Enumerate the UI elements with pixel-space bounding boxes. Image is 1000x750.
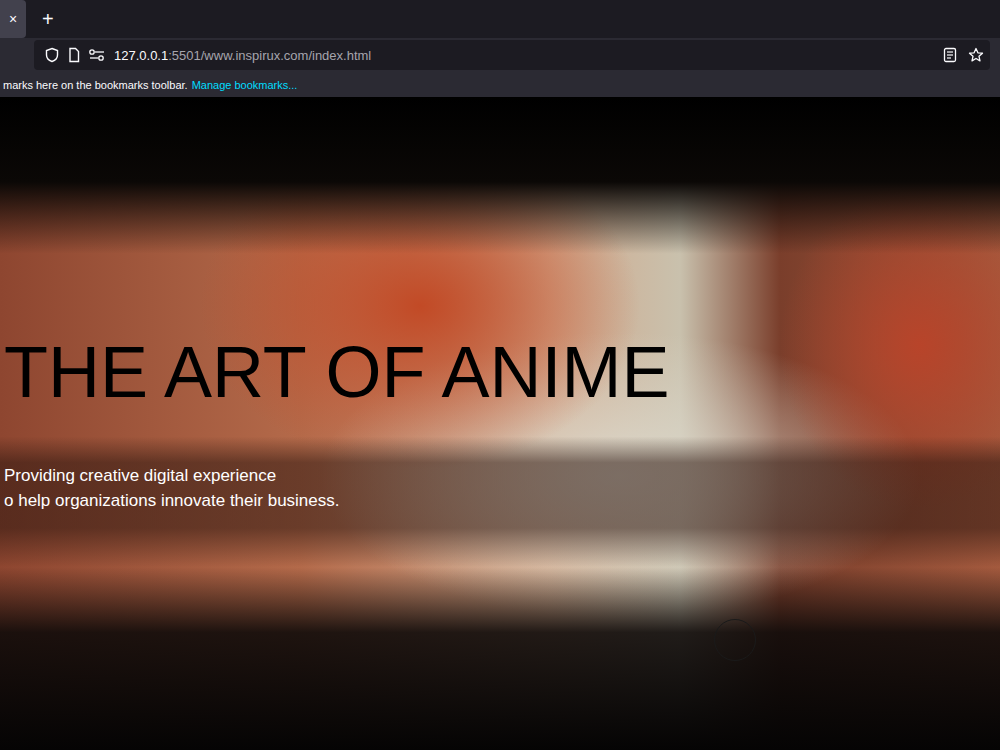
page-icon[interactable] <box>66 47 82 63</box>
subtitle-line: Providing creative digital experience <box>4 463 1000 488</box>
permissions-icon[interactable] <box>88 47 106 63</box>
bookmark-star-icon[interactable] <box>968 47 984 63</box>
hero-subtitle: Providing creative digital experienceo h… <box>4 463 1000 513</box>
cursor-circle <box>714 619 756 661</box>
tab[interactable]: × <box>0 0 26 38</box>
hero-title: THE ART OF ANIME <box>4 329 1000 415</box>
new-tab-button[interactable]: + <box>38 8 58 31</box>
bookmarks-toolbar: marks here on the bookmarks toolbar. Mana… <box>0 72 1000 97</box>
nav-bar: 127.0.0.1:5501/www.inspirux.com/index.ht… <box>0 38 1000 72</box>
subtitle-line: o help organizations innovate their busi… <box>4 488 1000 513</box>
tab-bar: ×+ <box>0 0 1000 38</box>
address-bar[interactable]: 127.0.0.1:5501/www.inspirux.com/index.ht… <box>34 40 990 70</box>
bookmarks-hint: marks here on the bookmarks toolbar. <box>3 79 188 91</box>
reader-view-icon[interactable] <box>942 47 958 63</box>
tab-close-button[interactable]: × <box>9 11 17 27</box>
hero-section: THE ART OF ANIME Providing creative digit… <box>0 97 1000 750</box>
shield-icon[interactable] <box>44 47 60 63</box>
url-text[interactable]: 127.0.0.1:5501/www.inspirux.com/index.ht… <box>114 48 371 63</box>
browser-window: ×+127.0.0.1:5501/www.inspirux.com/index.… <box>0 0 1000 750</box>
manage-bookmarks-link[interactable]: Manage bookmarks... <box>192 79 298 91</box>
